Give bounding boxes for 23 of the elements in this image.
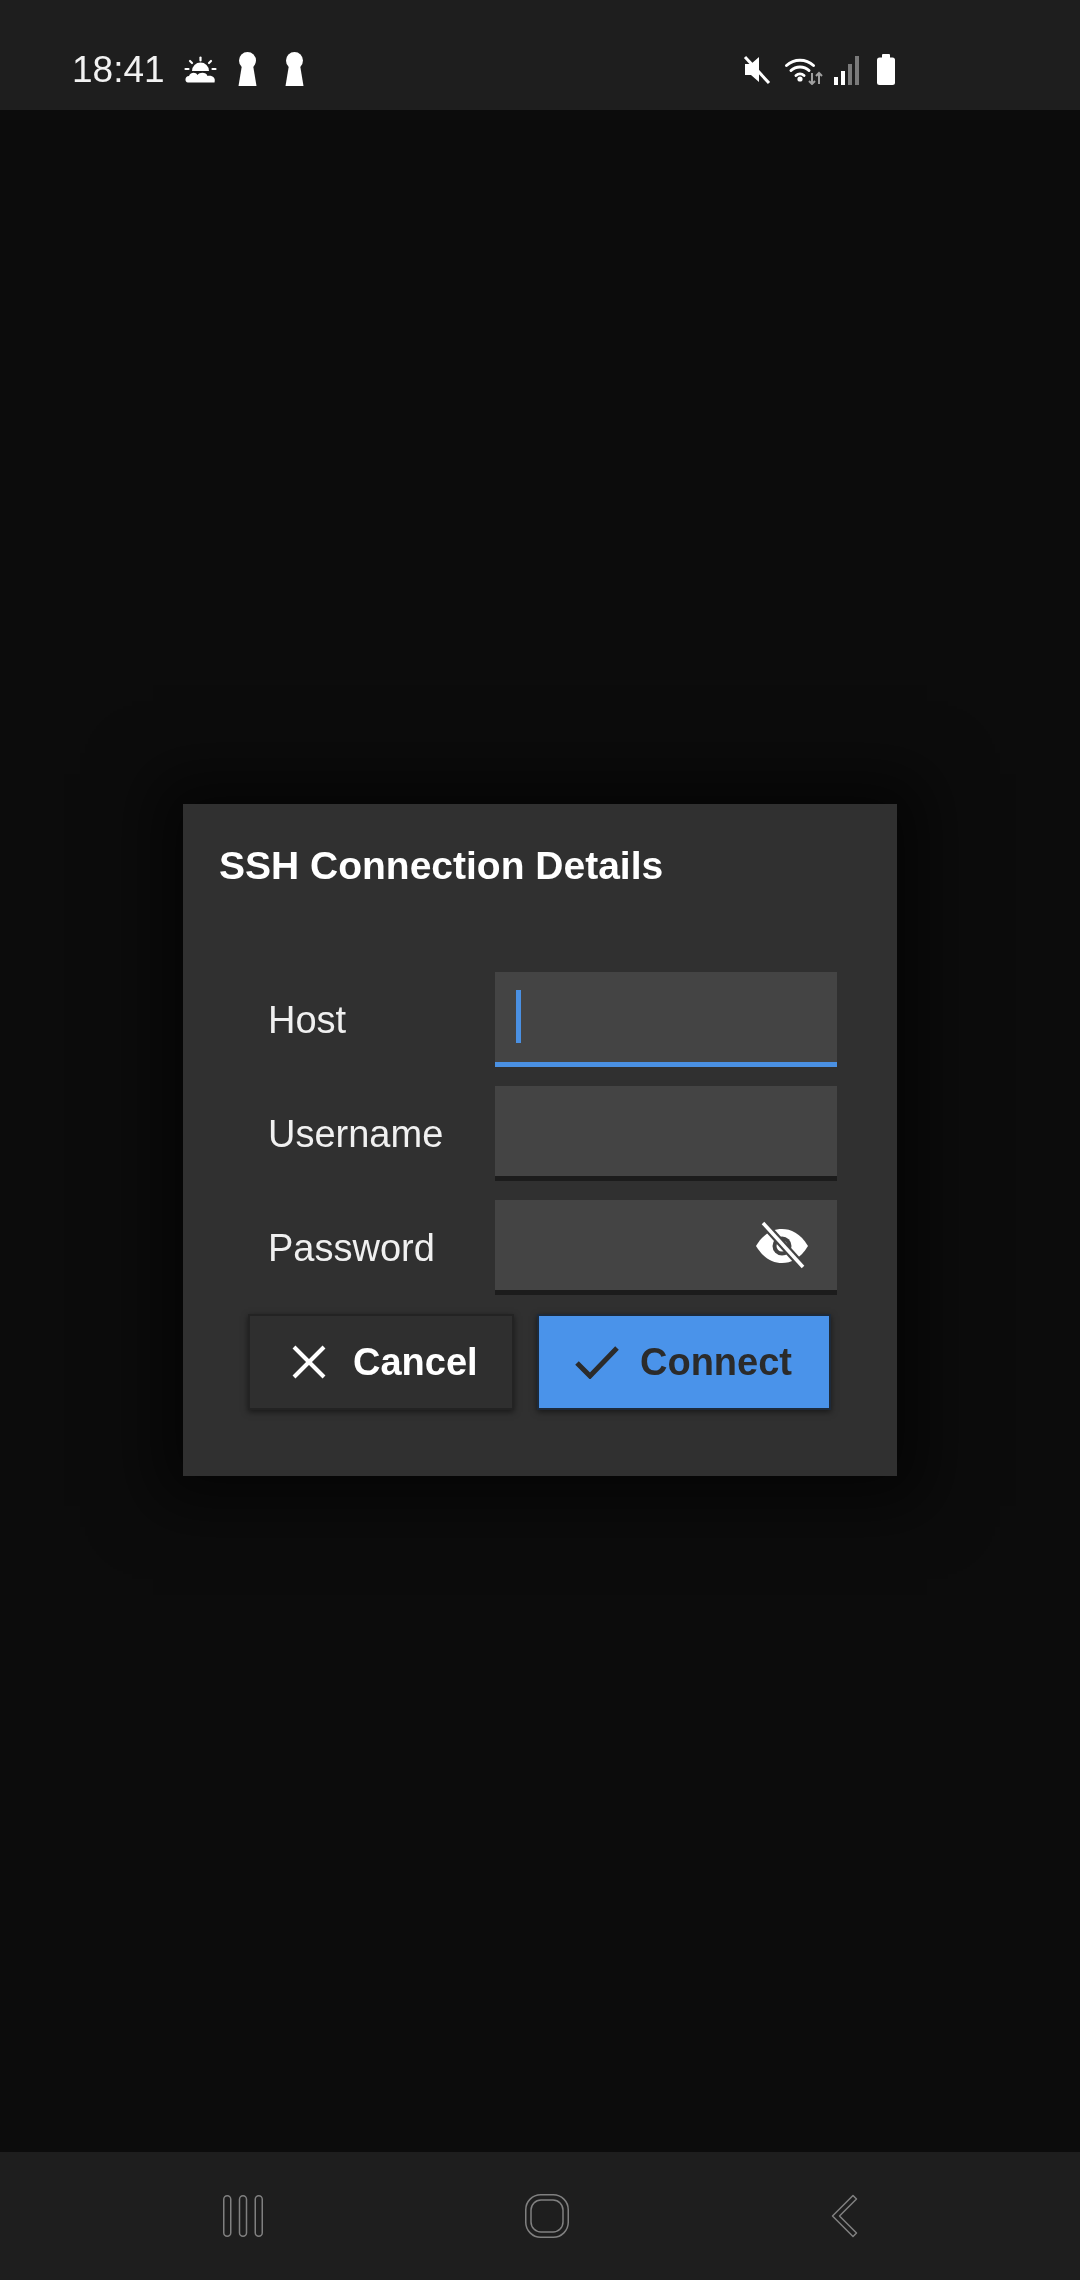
- battery-icon: [875, 53, 897, 85]
- back-icon[interactable]: [830, 2194, 858, 2238]
- text-field[interactable]: [495, 972, 837, 1067]
- recents-icon[interactable]: [222, 2195, 263, 2237]
- password-field[interactable]: [495, 1200, 837, 1295]
- weather-icon: [183, 55, 217, 83]
- field-label: Host: [268, 997, 348, 1043]
- status-time: 18:41: [72, 50, 165, 88]
- keyhole-icon: [236, 52, 258, 86]
- home-icon[interactable]: [524, 2194, 569, 2238]
- keyhole-icon: [283, 52, 305, 86]
- connect-button[interactable]: Connect: [537, 1314, 831, 1410]
- cancel-button[interactable]: Cancel: [248, 1314, 514, 1410]
- mute-icon: [742, 53, 771, 85]
- field-label: Password: [268, 1225, 436, 1271]
- dialog-title: SSH Connection Details: [219, 843, 665, 889]
- text-cursor-icon: [516, 990, 521, 1043]
- signal-icon: [833, 53, 861, 85]
- check-icon: [575, 1345, 619, 1379]
- field-label: Username: [268, 1111, 445, 1157]
- text-field[interactable]: [495, 1086, 837, 1181]
- close-icon: [292, 1345, 326, 1379]
- eye-off-icon[interactable]: [754, 1221, 810, 1269]
